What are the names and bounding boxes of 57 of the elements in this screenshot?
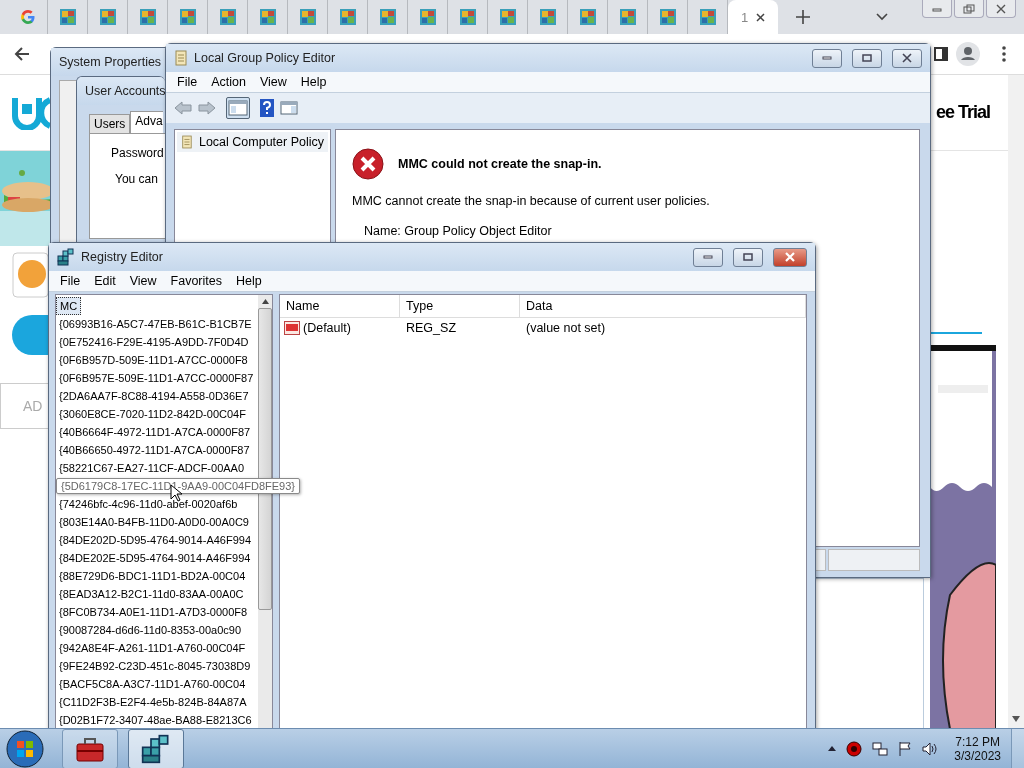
- tree-item[interactable]: {88E729D6-BDC1-11D1-BD2A-00C04: [56, 567, 258, 585]
- tree-item[interactable]: {BACF5C8A-A3C7-11D1-A760-00C04: [56, 675, 258, 693]
- menu-item[interactable]: Edit: [89, 273, 121, 289]
- tree-item[interactable]: {8FC0B734-A0E1-11D1-A7D3-0000F8: [56, 603, 258, 621]
- column-header[interactable]: Name: [280, 295, 400, 317]
- window-title: Local Group Policy Editor: [194, 51, 336, 65]
- trial-link[interactable]: ee Trial: [935, 102, 990, 123]
- tree-item[interactable]: {74246bfc-4c96-11d0-abef-0020af6b: [56, 495, 258, 513]
- error-detail: Name: Group Policy Object Editor: [364, 224, 553, 238]
- window-title: Registry Editor: [81, 250, 163, 264]
- tree-item[interactable]: Local Computer Policy: [177, 132, 328, 152]
- window-title: User Accounts: [85, 84, 165, 98]
- menu-item[interactable]: File: [172, 74, 203, 90]
- tree-item[interactable]: {90087284-d6d6-11d0-8353-00a0c90: [56, 621, 258, 639]
- menu-item[interactable]: Action: [206, 74, 251, 90]
- error-message: MMC cannot create the snap-in because of current user policies.: [352, 194, 711, 208]
- dialog-tab[interactable]: Users: [89, 114, 131, 133]
- menu-item[interactable]: Help: [295, 74, 332, 90]
- menu-item[interactable]: Favorites: [165, 273, 227, 289]
- window-title: System Properties: [59, 55, 162, 69]
- tree-item[interactable]: {C11D2F3B-E2F4-4e5b-824B-84A87A: [56, 693, 258, 711]
- error-heading: MMC could not create the snap-in.: [398, 157, 602, 171]
- tree-item[interactable]: {06993B16-A5C7-47EB-B61C-B1CB7E: [56, 315, 258, 333]
- tree-item[interactable]: {84DE202E-5D95-4764-9014-A46F994: [56, 549, 258, 567]
- value-name[interactable]: (Default): [303, 321, 351, 335]
- clock-time[interactable]: 7:12 PM: [955, 734, 1000, 749]
- tooltip: {5D6179C8-17EC-11D1-9AA9-00C04FD8FE93}: [56, 478, 300, 494]
- tree-item[interactable]: {D02B1F72-3407-48ae-BA88-E8213C6: [56, 711, 258, 729]
- table-cell-text: (value not set): [525, 321, 607, 335]
- browser-tab[interactable]: 1: [728, 0, 778, 34]
- tree-item[interactable]: {942A8E4F-A261-11D1-A760-00C04F: [56, 639, 258, 657]
- menu-item[interactable]: View: [124, 273, 162, 289]
- column-header[interactable]: Data: [520, 295, 806, 317]
- column-header[interactable]: Type: [400, 295, 520, 317]
- menu-item[interactable]: File: [55, 273, 86, 289]
- table-cell-text: REG_SZ: [405, 321, 457, 335]
- menu-item[interactable]: Help: [231, 273, 267, 289]
- menu-item[interactable]: View: [254, 74, 292, 90]
- group-label: Password: [111, 146, 165, 160]
- clock-date[interactable]: 3/3/2023: [954, 748, 1001, 763]
- tree-item[interactable]: {2DA6AA7F-8C88-4194-A558-0D36E7: [56, 387, 258, 405]
- tree-item[interactable]: {40B66650-4972-11D1-A7CA-0000F87: [56, 441, 258, 459]
- tree-item[interactable]: {0E752416-F29E-4195-A9DD-7F0D4D: [56, 333, 258, 351]
- tree-item[interactable]: {3060E8CE-7020-11D2-842D-00C04F: [56, 405, 258, 423]
- tree-item[interactable]: {9FE24B92-C23D-451c-8045-73038D9: [56, 657, 258, 675]
- tree-item[interactable]: {58221C67-EA27-11CF-ADCF-00AA0: [56, 459, 258, 477]
- tree-item[interactable]: {8EAD3A12-B2C1-11d0-83AA-00A0C: [56, 585, 258, 603]
- input-field[interactable]: AD: [0, 383, 48, 429]
- tree-item[interactable]: {40B6664F-4972-11D1-A7CA-0000F87: [56, 423, 258, 441]
- tree-item-label: Local Computer Policy: [198, 135, 324, 149]
- tree-item[interactable]: {84DE202D-5D95-4764-9014-A46F994: [56, 531, 258, 549]
- tree-item[interactable]: {0F6B957D-509E-11D1-A7CC-0000F8: [56, 351, 258, 369]
- tree-item[interactable]: MC: [56, 297, 82, 315]
- tree-item[interactable]: {803E14A0-B4FB-11D0-A0D0-00A0C9: [56, 513, 258, 531]
- tree-item[interactable]: {0F6B957E-509E-11D1-A7CC-0000F87: [56, 369, 258, 387]
- dialog-tab[interactable]: Adva: [130, 111, 163, 133]
- description-text: You can: [115, 172, 159, 186]
